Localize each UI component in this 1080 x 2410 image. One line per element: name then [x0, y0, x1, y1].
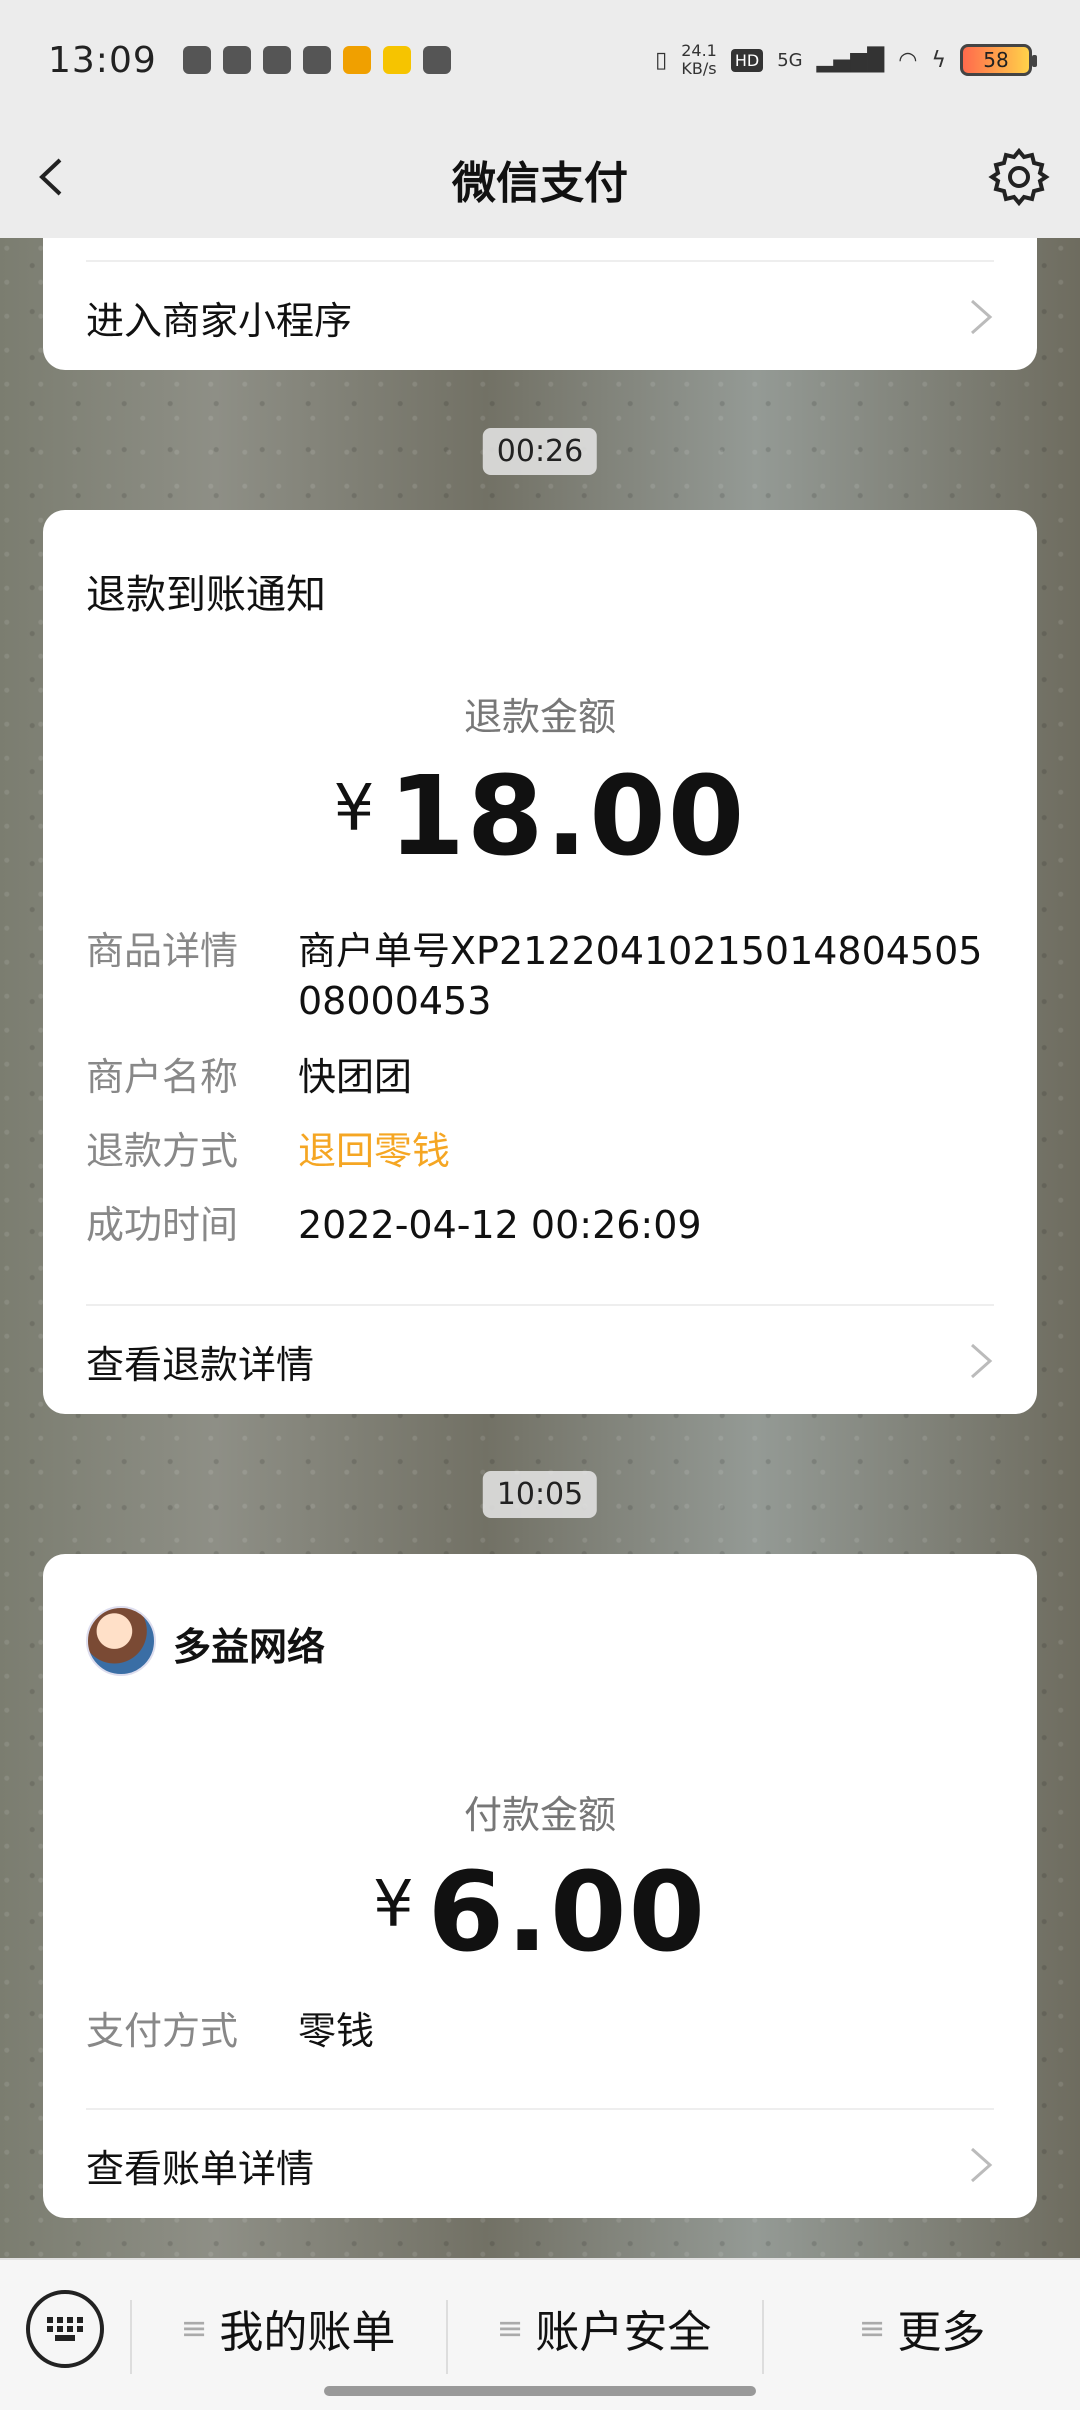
notification-icons [182, 46, 451, 74]
crown-icon [262, 46, 291, 74]
net-speed: 24.1 KB/s [681, 41, 717, 78]
keyboard-keys-icon [47, 2317, 83, 2341]
back-icon[interactable] [28, 152, 78, 202]
card-title: 退款到账通知 [86, 572, 326, 618]
menu-my-bills[interactable]: ≡ 我的账单 [132, 2284, 444, 2372]
message-time: 10:05 [482, 1471, 598, 1518]
wifi-icon: ◠ [898, 47, 918, 73]
network-type: 5G [777, 49, 803, 71]
system-status: ▯ 24.1 KB/s HD 5G ▂▄▆█ ◠ ϟ 58 [655, 41, 1037, 78]
gear-icon[interactable] [988, 146, 1050, 208]
vibrate-icon: ▯ [655, 47, 668, 73]
bottom-menu-bar: ≡ 我的账单 ≡ 账户安全 ≡ 更多 [0, 2258, 1080, 2410]
home-indicator[interactable] [324, 2386, 756, 2396]
menu-account-security[interactable]: ≡ 账户安全 [448, 2284, 760, 2372]
amount-label: 退款金额 [463, 695, 616, 739]
app-icon [342, 46, 371, 74]
link-icon [422, 46, 451, 74]
nav-bar: 微信支付 [0, 120, 1080, 238]
charging-icon: ϟ [931, 47, 946, 73]
wechat-icon [182, 46, 211, 74]
detail-row-merchant: 商户名称 快团团 [86, 1055, 413, 1099]
amount-label: 付款金额 [463, 1793, 616, 1837]
chevron-right-icon [971, 299, 993, 335]
detail-row-goods: 商品详情 商户单号XP2122041021501480450508000453 [86, 929, 983, 1023]
message-time: 00:26 [482, 428, 598, 475]
merchant-name: 多益网络 [173, 1625, 326, 1669]
weibo-icon [302, 46, 331, 74]
chevron-right-icon [971, 2147, 993, 2183]
battery-icon: 58 [960, 44, 1037, 76]
signal-icon: ▂▄▆█ [816, 47, 885, 73]
merchant-avatar [86, 1606, 156, 1676]
view-refund-details-link[interactable]: 查看退款详情 [86, 1304, 994, 1414]
keyboard-icon[interactable] [26, 2290, 104, 2368]
detail-row-payment-method: 支付方式 零钱 [86, 2009, 375, 2053]
refund-amount: ¥18.00 [333, 752, 747, 880]
previous-message-card: 进入商家小程序 [43, 238, 1037, 370]
kuaipa-icon [382, 46, 411, 74]
payment-amount: ¥6.00 [372, 1848, 708, 1976]
detail-row-refund-method: 退款方式 退回零钱 [86, 1129, 451, 1173]
page-title: 微信支付 [452, 158, 628, 209]
payment-notice-card[interactable]: 多益网络 付款金额 ¥6.00 支付方式 零钱 查看账单详情 [43, 1554, 1037, 2218]
circle-app-icon [222, 46, 251, 74]
hd-badge: HD [730, 48, 764, 72]
status-time: 13:09 [48, 39, 157, 81]
refund-notice-card[interactable]: 退款到账通知 退款金额 ¥18.00 商品详情 商户单号XP2122041021… [43, 510, 1037, 1414]
detail-row-success-time: 成功时间 2022-04-12 00:26:09 [86, 1203, 702, 1247]
menu-more[interactable]: ≡ 更多 [764, 2284, 1080, 2372]
status-bar: 13:09 ▯ 24.1 KB/s HD 5G ▂▄▆█ ◠ ϟ 58 [0, 0, 1080, 120]
chevron-right-icon [971, 1343, 993, 1379]
view-bill-details-link[interactable]: 查看账单详情 [86, 2108, 994, 2218]
mini-program-link[interactable]: 进入商家小程序 [86, 260, 994, 370]
